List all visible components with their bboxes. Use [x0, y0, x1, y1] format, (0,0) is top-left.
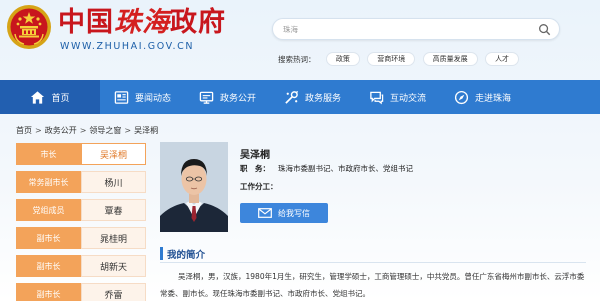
hot-word-chip[interactable]: 营商环境 — [367, 52, 416, 66]
nav-item-interaction[interactable]: 互动交流 — [355, 80, 440, 114]
leader-item[interactable]: 副市长 乔雷 — [16, 283, 146, 301]
duty-label: 职 务： — [240, 164, 270, 173]
breadcrumb-separator: > — [35, 126, 42, 135]
site-header: 中国珠海政府 WWW.ZHUHAI.GOV.CN 搜索热词： 政策 营商环境 高… — [0, 0, 600, 80]
site-url: WWW.ZHUHAI.GOV.CN — [60, 41, 195, 52]
leader-title: 副市长 — [16, 255, 81, 277]
nav-item-explore[interactable]: 走进珠海 — [440, 80, 525, 114]
leader-name[interactable]: 杨川 — [81, 171, 146, 193]
search-icon[interactable] — [538, 23, 551, 36]
leader-item[interactable]: 副市长 胡新天 — [16, 255, 146, 277]
leader-title: 常务副市长 — [16, 171, 81, 193]
intro-title: 我的简介 — [167, 250, 206, 261]
intro-text: 吴泽桐，男，汉族，1980年1月生，研究生，管理学硕士，工商管理硕士，中共党员。… — [160, 272, 585, 298]
nav-item-label: 走进珠海 — [474, 93, 511, 104]
leader-name[interactable]: 胡新天 — [81, 255, 146, 277]
intro-section-header: 我的简介 — [160, 244, 586, 263]
leader-name-heading: 吴泽桐 — [240, 150, 270, 161]
main-nav: 首页 要闻动态 政务公开 政务服务 互动交流 走进珠海 — [0, 80, 600, 114]
leader-sidebar: 市长 吴泽桐 常务副市长 杨川 党组成员 覃春 副市长 晁桂明 副市长 胡新天 … — [16, 143, 146, 301]
leader-title: 党组成员 — [16, 199, 81, 221]
hot-word-chip[interactable]: 政策 — [325, 52, 360, 66]
nav-item-gov-service[interactable]: 政务服务 — [270, 80, 355, 114]
national-emblem-icon[interactable] — [6, 4, 52, 50]
hot-word-chip[interactable]: 人才 — [485, 52, 520, 66]
breadcrumb-current: 吴泽桐 — [134, 126, 159, 135]
logo-part-a: 中国 — [58, 7, 114, 38]
leader-item[interactable]: 常务副市长 杨川 — [16, 171, 146, 193]
portrait-image — [160, 142, 228, 232]
search-box — [272, 18, 560, 40]
nav-item-label: 互动交流 — [389, 93, 426, 104]
hot-words: 搜索热词： 政策 营商环境 高质量发展 人才 — [278, 52, 524, 66]
nav-item-label: 政务公开 — [219, 93, 256, 104]
leader-name[interactable]: 乔雷 — [81, 283, 146, 301]
nav-item-label: 首页 — [51, 93, 70, 104]
leader-photo — [160, 142, 228, 232]
leader-name[interactable]: 覃春 — [81, 199, 146, 221]
leader-name[interactable]: 吴泽桐 — [81, 143, 146, 165]
leader-name[interactable]: 晁桂明 — [81, 227, 146, 249]
write-letter-button[interactable]: 给我写信 — [240, 203, 328, 223]
leader-title: 副市长 — [16, 283, 81, 301]
section-accent-bar — [160, 247, 163, 260]
leader-item[interactable]: 市长 吴泽桐 — [16, 143, 146, 165]
nav-item-home[interactable]: 首页 — [0, 80, 100, 114]
breadcrumb-link[interactable]: 首页 — [16, 126, 32, 135]
breadcrumb-separator: > — [79, 126, 87, 135]
gov-service-icon — [285, 90, 299, 104]
work-division-label: 工作分工： — [240, 182, 278, 191]
explore-icon — [454, 90, 469, 104]
nav-item-news[interactable]: 要闻动态 — [100, 80, 185, 114]
search-input[interactable] — [283, 22, 523, 37]
logo-part-c: 政府 — [170, 7, 226, 38]
site-logo-title[interactable]: 中国珠海政府 — [58, 8, 226, 38]
nav-item-gov-open[interactable]: 政务公开 — [185, 80, 270, 114]
breadcrumb-separator: > — [124, 126, 132, 135]
nav-item-label: 要闻动态 — [134, 93, 171, 104]
duty-value: 珠海市委副书记、市政府市长、党组书记 — [278, 164, 413, 173]
leader-item[interactable]: 副市长 晁桂明 — [16, 227, 146, 249]
leader-title: 副市长 — [16, 227, 81, 249]
news-icon — [114, 90, 129, 104]
write-letter-label: 给我写信 — [278, 208, 310, 218]
breadcrumb-link[interactable]: 政务公开 — [45, 126, 77, 135]
logo-part-b: 珠海 — [114, 7, 170, 38]
leader-item[interactable]: 党组成员 覃春 — [16, 199, 146, 221]
gov-open-icon — [199, 91, 214, 104]
mail-icon — [258, 208, 272, 218]
breadcrumb: 首页 > 政务公开 > 领导之窗 > 吴泽桐 — [16, 125, 158, 136]
home-icon — [31, 90, 45, 104]
hot-word-chip[interactable]: 高质量发展 — [422, 52, 478, 66]
breadcrumb-link[interactable]: 领导之窗 — [89, 126, 121, 135]
leader-title: 市长 — [16, 143, 81, 165]
chat-icon — [370, 91, 384, 104]
nav-item-label: 政务服务 — [304, 93, 341, 104]
hot-words-label: 搜索热词： — [278, 54, 316, 64]
